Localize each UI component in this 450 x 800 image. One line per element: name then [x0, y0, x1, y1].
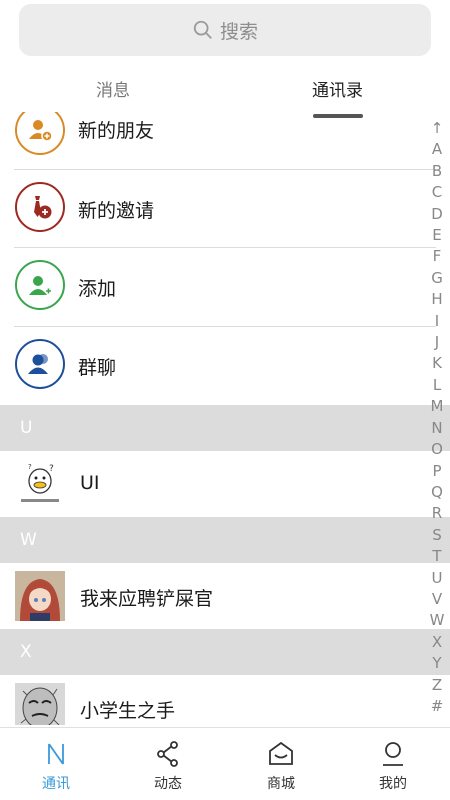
alphabet-index-letter[interactable]: B: [432, 161, 442, 182]
contact-name: UI: [80, 472, 100, 494]
contacts-icon: [48, 743, 64, 765]
svg-text:?: ?: [49, 464, 54, 474]
alphabet-index-letter[interactable]: O: [431, 439, 443, 460]
alphabet-index-letter[interactable]: J: [435, 332, 439, 353]
contact-row[interactable]: 小学生之手: [0, 675, 450, 725]
alphabet-index-letter[interactable]: F: [433, 246, 442, 267]
alphabet-index-letter[interactable]: C: [432, 182, 442, 203]
alphabet-index-letter[interactable]: M: [431, 396, 444, 417]
nav-label: 动态: [154, 776, 182, 792]
alphabet-index-letter[interactable]: S: [432, 525, 442, 546]
nav-contacts[interactable]: 通讯: [0, 728, 112, 800]
alphabet-index-letter[interactable]: X: [432, 632, 442, 653]
mall-icon: [269, 741, 293, 765]
invitation-icon: [15, 182, 65, 232]
contact-row[interactable]: 我来应聘铲屎官: [0, 563, 450, 629]
alphabet-index-letter[interactable]: D: [431, 204, 443, 225]
alphabet-index-letter[interactable]: Y: [432, 653, 441, 674]
list-item-group-chat[interactable]: 群聊: [0, 327, 450, 405]
alphabet-index-letter[interactable]: K: [432, 353, 442, 374]
alphabet-index-letter[interactable]: L: [433, 375, 441, 396]
search-icon: [193, 20, 212, 39]
list-item-label: 新的朋友: [78, 120, 155, 142]
share-icon: [157, 741, 178, 767]
section-header-x: X: [0, 629, 450, 675]
alphabet-index-letter[interactable]: V: [432, 589, 442, 610]
list-item-label: 新的邀请: [78, 200, 155, 222]
section-header-w: W: [0, 517, 450, 563]
tab-contacts[interactable]: 通讯录: [312, 76, 363, 101]
contact-name: 我来应聘铲屎官: [80, 588, 214, 610]
group-chat-icon: [15, 339, 65, 389]
list-item-add[interactable]: 添加: [0, 248, 450, 326]
alphabet-index-letter[interactable]: Q: [431, 482, 443, 503]
nav-label: 通讯: [42, 776, 70, 792]
alphabet-index-letter[interactable]: N: [431, 418, 442, 439]
alphabet-index-letter[interactable]: E: [432, 225, 441, 246]
contact-row[interactable]: ? ? UI: [0, 451, 450, 517]
cartoon-duck-avatar: ? ?: [15, 459, 65, 509]
search-bar-area: 搜索: [0, 0, 450, 64]
alphabet-index-letter[interactable]: Z: [432, 675, 442, 696]
contact-name: 小学生之手: [80, 700, 176, 722]
alphabet-index-letter[interactable]: H: [431, 289, 442, 310]
search-input[interactable]: 搜索: [19, 4, 431, 56]
alphabet-index-letter[interactable]: ↑: [431, 118, 444, 139]
alphabet-index-letter[interactable]: R: [432, 503, 442, 524]
anime-girl-avatar: [15, 571, 65, 621]
svg-text:?: ?: [28, 463, 32, 471]
section-header-u: U: [0, 405, 450, 451]
alphabet-index-letter[interactable]: T: [432, 546, 441, 567]
alphabet-index-letter[interactable]: A: [432, 139, 442, 160]
alphabet-index-letter[interactable]: P: [432, 461, 441, 482]
alphabet-index-letter[interactable]: W: [430, 610, 445, 631]
contact-list[interactable]: 新的朋友 新的邀请 添加 群聊 U ? ? UI W 我来应聘铲屎官 X 小学生…: [0, 112, 450, 725]
tab-bar: 消息 通讯录: [0, 64, 450, 118]
list-item-new-friends[interactable]: 新的朋友: [0, 112, 450, 158]
profile-icon: [383, 742, 403, 766]
list-item-invitations[interactable]: 新的邀请: [0, 170, 450, 248]
nav-moments[interactable]: 动态: [112, 728, 224, 800]
nav-profile[interactable]: 我的: [337, 728, 449, 800]
alphabet-index-letter[interactable]: U: [432, 568, 443, 589]
add-contact-icon: [15, 260, 65, 310]
list-item-label: 添加: [78, 278, 117, 300]
new-friend-icon: [15, 112, 65, 155]
search-placeholder: 搜索: [219, 20, 258, 43]
alphabet-index-letter[interactable]: #: [431, 696, 444, 717]
nav-mall[interactable]: 商城: [225, 728, 337, 800]
alphabet-index-letter[interactable]: I: [435, 311, 439, 332]
meme-face-avatar: [15, 683, 65, 725]
list-item-label: 群聊: [78, 357, 117, 379]
tab-messages[interactable]: 消息: [96, 76, 130, 101]
nav-label: 我的: [379, 776, 407, 792]
bottom-nav: 通讯 动态 商城 我的: [0, 727, 450, 800]
nav-label: 商城: [267, 776, 295, 792]
alphabet-index[interactable]: ↑ A B C D E F G H I J K L M N O P Q R S T U V W X Y Z #: [430, 118, 445, 717]
alphabet-index-letter[interactable]: G: [431, 268, 443, 289]
